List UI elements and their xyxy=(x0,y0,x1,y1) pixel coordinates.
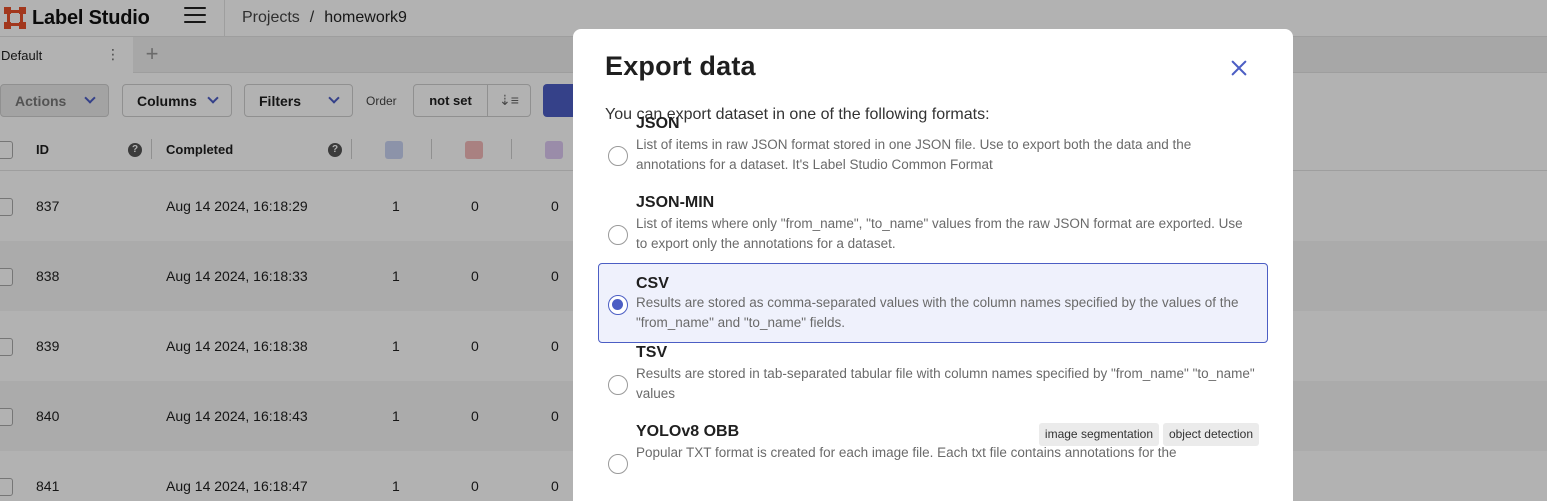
format-title: TSV xyxy=(636,344,668,361)
format-option-json[interactable]: JSON List of items in raw JSON format sto… xyxy=(598,114,1268,188)
close-icon[interactable] xyxy=(1228,57,1250,79)
format-title: JSON-MIN xyxy=(636,194,715,211)
format-description: Results are stored in tab-separated tabu… xyxy=(636,366,1255,401)
modal-title: Export data xyxy=(605,51,756,81)
format-title: CSV xyxy=(636,275,669,292)
format-title: YOLOv8 OBB xyxy=(636,423,740,440)
format-radio[interactable] xyxy=(608,146,628,166)
format-option-tsv[interactable]: TSV Results are stored in tab-separated t… xyxy=(598,343,1268,417)
format-tag: object detection xyxy=(1162,423,1259,446)
format-description: Results are stored as comma-separated va… xyxy=(636,295,1239,330)
format-radio[interactable] xyxy=(608,375,628,395)
format-option-json-min[interactable]: JSON-MIN List of items where only "from_n… xyxy=(598,193,1268,267)
export-data-modal: Export data You can export dataset in on… xyxy=(573,29,1293,501)
format-title: JSON xyxy=(636,115,680,132)
format-tag: image segmentation xyxy=(1038,423,1159,446)
format-option-yolov8-obb[interactable]: YOLOv8 OBB Popular TXT format is created … xyxy=(598,422,1268,496)
format-radio[interactable] xyxy=(608,454,628,474)
format-option-csv[interactable]: CSV Results are stored as comma-separated… xyxy=(598,263,1268,343)
format-radio[interactable] xyxy=(608,295,628,315)
format-description: Popular TXT format is created for each i… xyxy=(636,445,1177,460)
format-description: List of items where only "from_name", "t… xyxy=(636,216,1243,251)
format-radio[interactable] xyxy=(608,225,628,245)
format-description: List of items in raw JSON format stored … xyxy=(636,137,1192,172)
